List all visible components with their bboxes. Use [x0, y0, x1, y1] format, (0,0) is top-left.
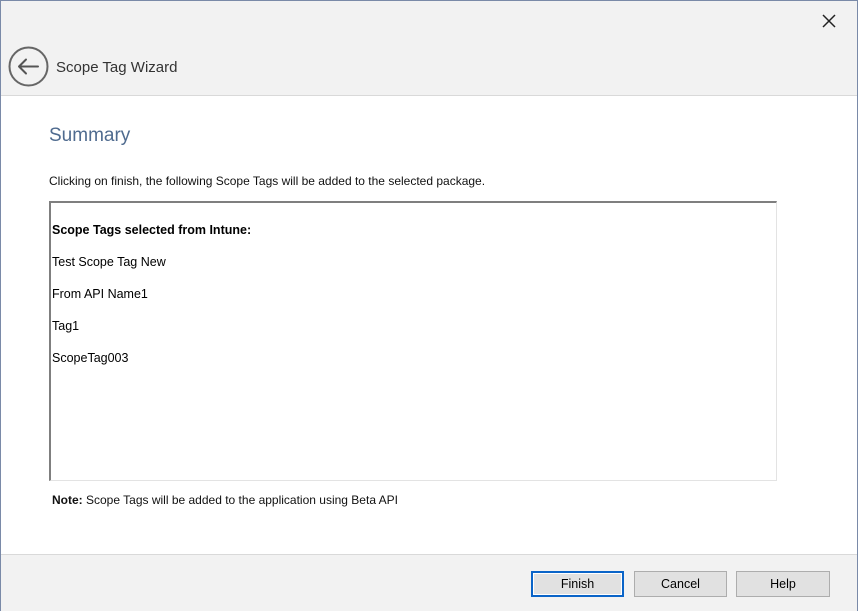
cancel-button[interactable]: Cancel — [634, 571, 727, 597]
scope-tag-item: From API Name1 — [52, 287, 148, 301]
wizard-footer: Finish Cancel Help — [1, 554, 857, 611]
close-button[interactable] — [813, 7, 845, 35]
note-text: Note: Scope Tags will be added to the ap… — [52, 492, 398, 508]
note-label: Note: — [52, 493, 83, 507]
scope-tag-item: Test Scope Tag New — [52, 255, 166, 269]
summary-header: Scope Tags selected from Intune: — [52, 223, 252, 237]
back-button[interactable] — [8, 46, 49, 87]
scope-tag-item: ScopeTag003 — [52, 351, 129, 365]
summary-text-box[interactable]: Scope Tags selected from Intune: Test Sc… — [49, 201, 777, 481]
wizard-window: Scope Tag Wizard Summary Clicking on fin… — [0, 0, 858, 611]
page-description: Clicking on finish, the following Scope … — [49, 174, 486, 188]
note-body: Scope Tags will be added to the applicat… — [82, 493, 398, 507]
page-heading: Summary — [49, 125, 131, 146]
help-button[interactable]: Help — [736, 571, 830, 597]
close-icon — [822, 14, 836, 28]
back-arrow-icon — [8, 46, 49, 87]
finish-button[interactable]: Finish — [531, 571, 624, 597]
wizard-title: Scope Tag Wizard — [56, 59, 178, 76]
scope-tag-item: Tag1 — [52, 319, 80, 333]
wizard-header: Scope Tag Wizard — [1, 1, 857, 96]
